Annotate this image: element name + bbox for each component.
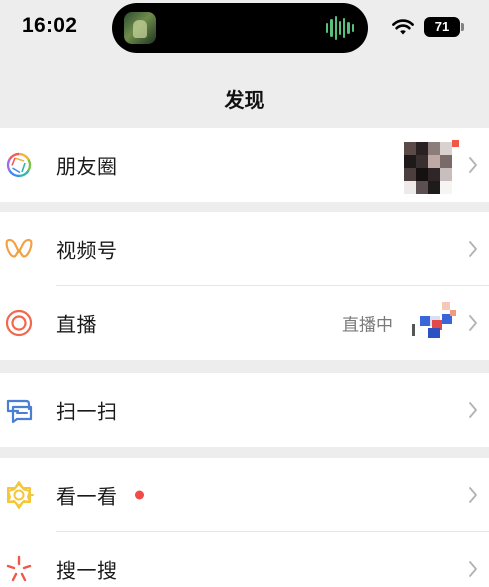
search-sparkle-icon: [6, 555, 32, 582]
menu-item-search[interactable]: 搜一搜: [0, 532, 489, 587]
menu-item-label: 搜一搜: [56, 558, 118, 583]
menu-item-moments[interactable]: 朋友圈: [0, 128, 489, 202]
chevron-right-icon: [469, 315, 477, 331]
status-time: 16:02: [22, 14, 78, 37]
page-title: 发现: [224, 88, 265, 112]
scan-icon: [6, 399, 33, 424]
top-stories-icon: [7, 481, 34, 509]
wifi-icon: [392, 19, 414, 35]
chevron-right-icon: [469, 402, 477, 418]
menu-item-channels[interactable]: 视频号: [0, 212, 489, 286]
menu-item-top-stories[interactable]: 看一看: [0, 458, 489, 532]
chevron-right-icon: [469, 487, 477, 503]
now-playing-thumbnail[interactable]: [124, 12, 156, 44]
menu-item-label: 朋友圈: [56, 154, 118, 179]
chevron-right-icon: [469, 561, 477, 577]
live-ring-icon: [5, 309, 33, 337]
moments-update-avatar: [404, 142, 452, 194]
menu-item-label: 直播: [56, 312, 97, 337]
menu-item-scan[interactable]: 扫一扫: [0, 373, 489, 447]
live-streamer-thumbnail: [412, 302, 456, 344]
menu-item-label: 视频号: [56, 238, 118, 263]
new-update-badge: [452, 140, 459, 147]
section-moments: 朋友圈: [0, 128, 489, 202]
menu-item-live[interactable]: 直播 直播中: [0, 286, 489, 360]
menu-item-label: 扫一扫: [56, 399, 118, 424]
audio-waveform-icon: [326, 15, 354, 41]
chevron-right-icon: [469, 241, 477, 257]
battery-cap-icon: [461, 23, 464, 31]
section-scan: 扫一扫: [0, 373, 489, 447]
live-status-text: 直播中: [342, 315, 393, 336]
new-content-badge: [135, 490, 144, 500]
menu-item-label: 看一看: [56, 484, 118, 509]
section-stories-search: 看一看 搜一搜: [0, 458, 489, 587]
section-channels: 视频号 直播 直播中: [0, 212, 489, 360]
dynamic-island[interactable]: [112, 3, 368, 53]
channels-butterfly-icon: [5, 238, 33, 258]
status-bar: 16:02 71: [0, 0, 489, 56]
battery-level: 71: [424, 17, 460, 37]
moments-aperture-icon: [6, 152, 32, 178]
chevron-right-icon: [469, 157, 477, 173]
